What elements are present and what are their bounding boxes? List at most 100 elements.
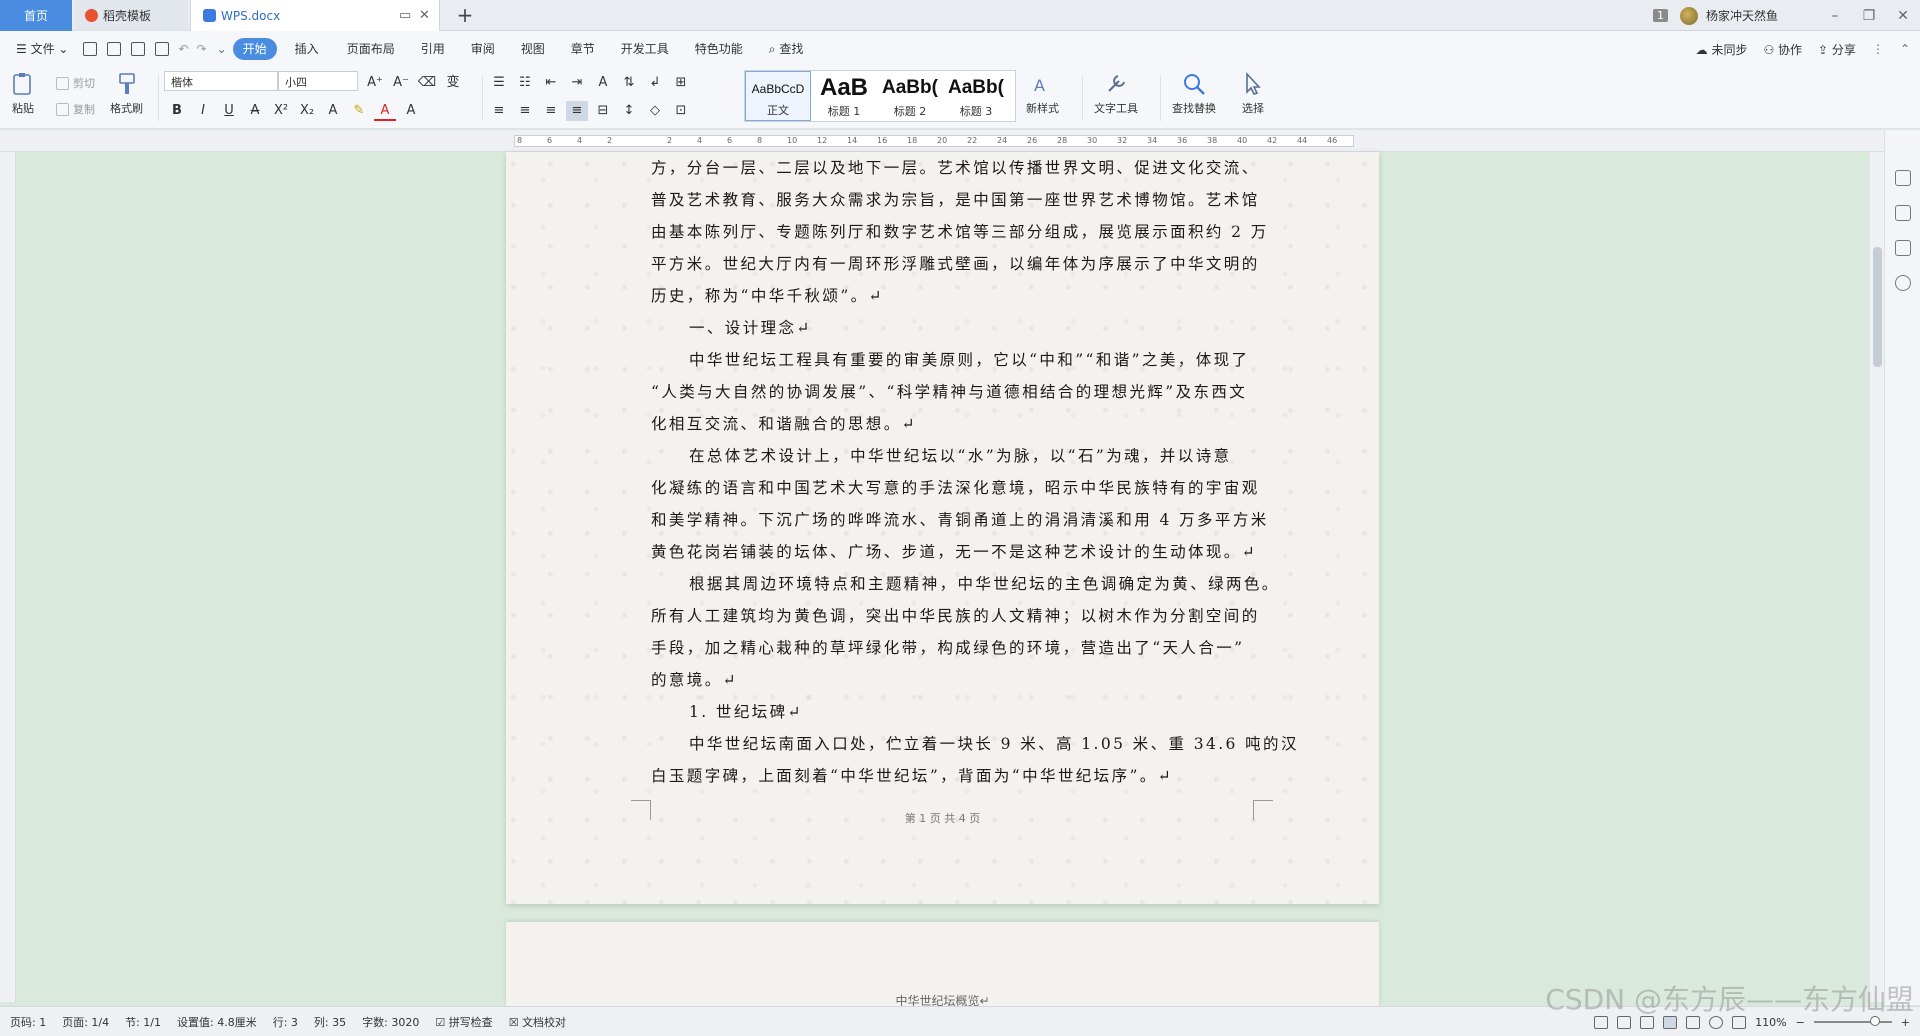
- copy-button[interactable]: 复制: [56, 101, 95, 117]
- clear-format-icon[interactable]: ⌫: [416, 73, 438, 93]
- new-tab-button[interactable]: +: [453, 3, 477, 27]
- undo-icon[interactable]: ↶: [174, 38, 192, 60]
- menu-tab-view[interactable]: 视图: [511, 38, 555, 60]
- window-count-badge[interactable]: 1: [1652, 9, 1668, 22]
- text-effect-icon[interactable]: A: [322, 101, 344, 121]
- find-replace-button[interactable]: 查找替换: [1172, 71, 1216, 116]
- paragraph[interactable]: 化相互交流、和谐融合的思想。↵: [651, 408, 1261, 440]
- tab-home[interactable]: 首页: [0, 0, 72, 31]
- paragraph[interactable]: 白玉题字碑，上面刻着“中华世纪坛”，背面为“中华世纪坛序”。↵: [651, 760, 1261, 792]
- status-col[interactable]: 列: 35: [314, 1014, 346, 1030]
- user-name[interactable]: 杨家冲天然鱼: [1706, 7, 1778, 24]
- cloud-save-icon[interactable]: [107, 42, 122, 56]
- paragraph[interactable]: 黄色花岗岩铺装的坛体、广场、步道，无一不是这种艺术设计的生动体现。↵: [651, 536, 1261, 568]
- justify-icon[interactable]: ≡: [566, 101, 588, 121]
- share-button[interactable]: ⇪ 分享: [1818, 41, 1856, 58]
- menu-tab-developer[interactable]: 开发工具: [611, 38, 679, 60]
- paragraph[interactable]: 手段，加之精心栽种的草坪绿化带，构成绿色的环境，营造出了“天人合一”: [651, 632, 1261, 664]
- document-page[interactable]: 方，分台一层、二层以及地下一层。艺术馆以传播世界文明、促进文化交流、 普及艺术教育…: [506, 152, 1379, 904]
- status-row[interactable]: 行: 3: [273, 1014, 298, 1030]
- chinese-layout-icon[interactable]: A: [592, 73, 614, 93]
- horizontal-ruler[interactable]: 8 6 4 2 2 4 6 8 10 12 14 16 18 20 22 24 26 28 30 32 34 36 38 40…: [0, 130, 1920, 152]
- save-icon[interactable]: [83, 42, 98, 56]
- italic-icon[interactable]: I: [192, 101, 214, 121]
- style-heading-1[interactable]: AaB 标题 1: [811, 71, 877, 121]
- text-tools-button[interactable]: 文字工具: [1094, 71, 1138, 116]
- numbered-list-icon[interactable]: ☷: [514, 73, 536, 93]
- status-pages[interactable]: 页面: 1/4: [62, 1014, 109, 1030]
- paragraph[interactable]: 一、设计理念↵: [651, 312, 1261, 344]
- shrink-font-icon[interactable]: A⁻: [390, 73, 412, 93]
- menu-tab-review[interactable]: 审阅: [461, 38, 505, 60]
- restore-button[interactable]: ❐: [1852, 8, 1886, 24]
- tab-template[interactable]: 稻壳模板: [75, 0, 188, 31]
- cut-button[interactable]: 剪切: [56, 75, 95, 91]
- paragraph[interactable]: 方，分台一层、二层以及地下一层。艺术馆以传播世界文明、促进文化交流、: [651, 152, 1261, 184]
- minimize-button[interactable]: –: [1818, 8, 1852, 24]
- align-right-icon[interactable]: ≡: [540, 101, 562, 121]
- paragraph[interactable]: 在总体艺术设计上，中华世纪坛以“水”为脉，以“石”为魂，并以诗意: [651, 440, 1261, 472]
- search-command[interactable]: ⌕ 查找: [759, 38, 814, 60]
- font-color-icon[interactable]: A: [374, 101, 396, 121]
- select-button[interactable]: 选择: [1240, 71, 1266, 116]
- highlight-icon[interactable]: ✎: [348, 101, 370, 121]
- paragraph[interactable]: 中华世纪坛工程具有重要的审美原则，它以“中和”“和谐”之美，体现了: [651, 344, 1261, 376]
- paragraph[interactable]: 中华世纪坛南面入口处，伫立着一块长 9 米、高 1.05 米、重 34.6 吨的…: [651, 728, 1296, 760]
- status-setting[interactable]: 设置值: 4.8厘米: [177, 1014, 257, 1030]
- menu-tab-features[interactable]: 特色功能: [685, 38, 753, 60]
- redo-icon[interactable]: ↷: [193, 38, 211, 60]
- menu-tab-insert[interactable]: 插入: [285, 38, 329, 60]
- menu-tab-layout[interactable]: 页面布局: [337, 38, 405, 60]
- subscript-icon[interactable]: X₂: [296, 101, 318, 121]
- spell-check-button[interactable]: ☑ 拼写检查: [435, 1014, 492, 1030]
- file-menu[interactable]: ☰ 文件 ⌄: [6, 38, 78, 60]
- paragraph[interactable]: 普及艺术教育、服务大众需求为宗旨，是中国第一座世界艺术博物馆。艺术馆: [651, 184, 1261, 216]
- more-icon[interactable]: ⋮: [1872, 42, 1884, 56]
- new-style-button[interactable]: A 新样式: [1026, 71, 1059, 116]
- menu-tab-references[interactable]: 引用: [411, 38, 455, 60]
- style-normal[interactable]: AaBbCcD 正文: [745, 71, 811, 121]
- document-body[interactable]: 方，分台一层、二层以及地下一层。艺术馆以传播世界文明、促进文化交流、 普及艺术教育…: [651, 152, 1296, 792]
- font-size-select[interactable]: 小四: [278, 71, 358, 91]
- pen-icon[interactable]: [1895, 170, 1911, 186]
- superscript-icon[interactable]: X²: [270, 101, 292, 121]
- paragraph[interactable]: 由基本陈列厅、专题陈列厅和数字艺术馆等三部分组成，展览展示面积约 2 万: [651, 216, 1266, 248]
- distributed-icon[interactable]: ⊟: [592, 101, 614, 121]
- customize-toolbar-icon[interactable]: ⌄: [211, 38, 233, 60]
- print-preview-icon[interactable]: [155, 42, 170, 56]
- sort-icon[interactable]: ⇅: [618, 73, 640, 93]
- paragraph[interactable]: “人类与大自然的协调发展”、“科学精神与道德相结合的理想光辉”及东西文: [651, 376, 1261, 408]
- phonetic-icon[interactable]: 变: [442, 73, 464, 93]
- collab-button[interactable]: ⚇ 协作: [1763, 41, 1802, 58]
- vertical-scrollbar[interactable]: [1870, 152, 1884, 1002]
- settings-sliders-icon[interactable]: [1895, 240, 1911, 256]
- paragraph[interactable]: 化凝练的语言和中国艺术大写意的手法深化意境，昭示中华民族特有的宇宙观: [651, 472, 1261, 504]
- document-page-2[interactable]: 中华世纪坛概览↵: [506, 922, 1379, 1008]
- underline-icon[interactable]: U: [218, 101, 240, 121]
- align-center-icon[interactable]: ≡: [514, 101, 536, 121]
- shading-icon[interactable]: ◇: [644, 101, 666, 121]
- align-left-icon[interactable]: ≡: [488, 101, 510, 121]
- avatar[interactable]: [1679, 6, 1698, 25]
- style-heading-2[interactable]: AaBb( 标题 2: [877, 71, 943, 121]
- collapse-ribbon-icon[interactable]: ⌃: [1900, 42, 1910, 56]
- paste-button[interactable]: 粘贴: [10, 71, 36, 116]
- sync-button[interactable]: ☁ 未同步: [1696, 41, 1748, 58]
- status-word-count[interactable]: 字数: 3020: [362, 1014, 419, 1030]
- paragraph[interactable]: 平方米。世纪大厅内有一周环形浮雕式壁画，以编年体为序展示了中华文明的: [651, 248, 1261, 280]
- print-icon[interactable]: [131, 42, 146, 56]
- paragraph[interactable]: 根据其周边环境特点和主题精神，中华世纪坛的主色调确定为黄、绿两色。: [651, 568, 1277, 600]
- grow-font-icon[interactable]: A⁺: [364, 73, 386, 93]
- scroll-thumb[interactable]: [1873, 247, 1882, 367]
- char-shading-icon[interactable]: A: [400, 101, 422, 121]
- zoom-slider[interactable]: [1813, 1016, 1892, 1026]
- bold-icon[interactable]: B: [166, 101, 188, 121]
- tab-document[interactable]: WPS.docx ▭ ✕: [190, 0, 440, 31]
- status-page-number[interactable]: 页码: 1: [10, 1014, 46, 1030]
- strikethrough-icon[interactable]: A: [244, 101, 266, 121]
- line-spacing-icon[interactable]: ↕: [618, 101, 640, 121]
- menu-tab-chapter[interactable]: 章节: [561, 38, 605, 60]
- tab-close-icon[interactable]: ✕: [419, 8, 430, 23]
- select-pointer-icon[interactable]: [1895, 205, 1911, 221]
- paragraph[interactable]: 的意境。↵: [651, 664, 1261, 696]
